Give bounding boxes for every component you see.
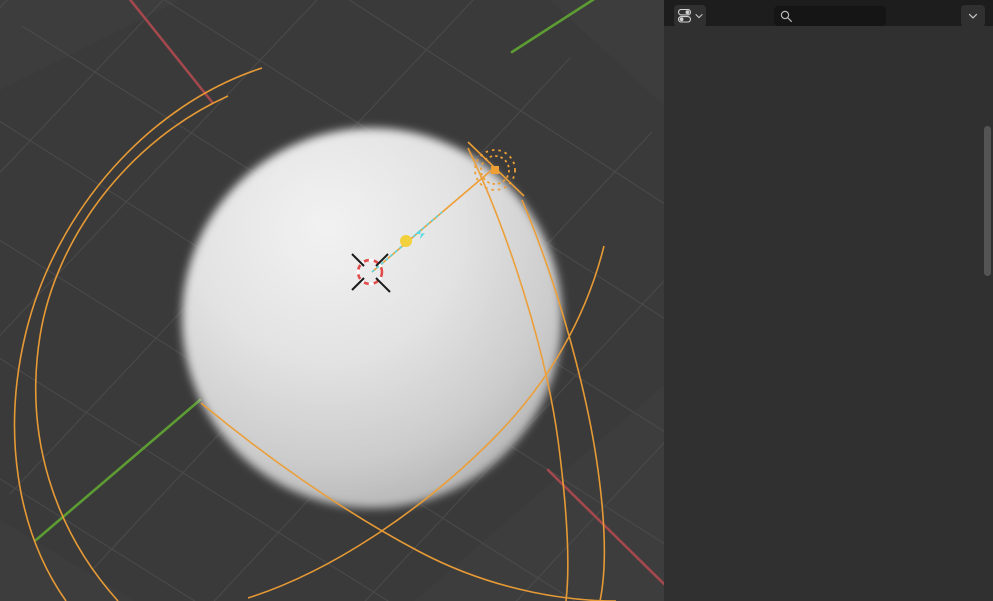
- properties-scrollbar[interactable]: [984, 126, 991, 276]
- editor-type-selector[interactable]: [674, 5, 706, 27]
- properties-topbar: [664, 0, 993, 27]
- topbar-options-button[interactable]: [961, 5, 985, 27]
- chevron-down-icon: [694, 14, 703, 19]
- properties-header-strip: [665, 26, 993, 58]
- 3d-viewport[interactable]: [0, 0, 664, 601]
- chevron-down-icon: [968, 13, 978, 19]
- properties-editor-icon: [677, 9, 691, 23]
- search-icon: [780, 10, 792, 22]
- lit-sphere: [182, 128, 562, 508]
- properties-editor: Light ▸ Light: [664, 0, 993, 601]
- blender-window: Light ▸ Light: [0, 0, 993, 601]
- search-input[interactable]: [774, 6, 886, 26]
